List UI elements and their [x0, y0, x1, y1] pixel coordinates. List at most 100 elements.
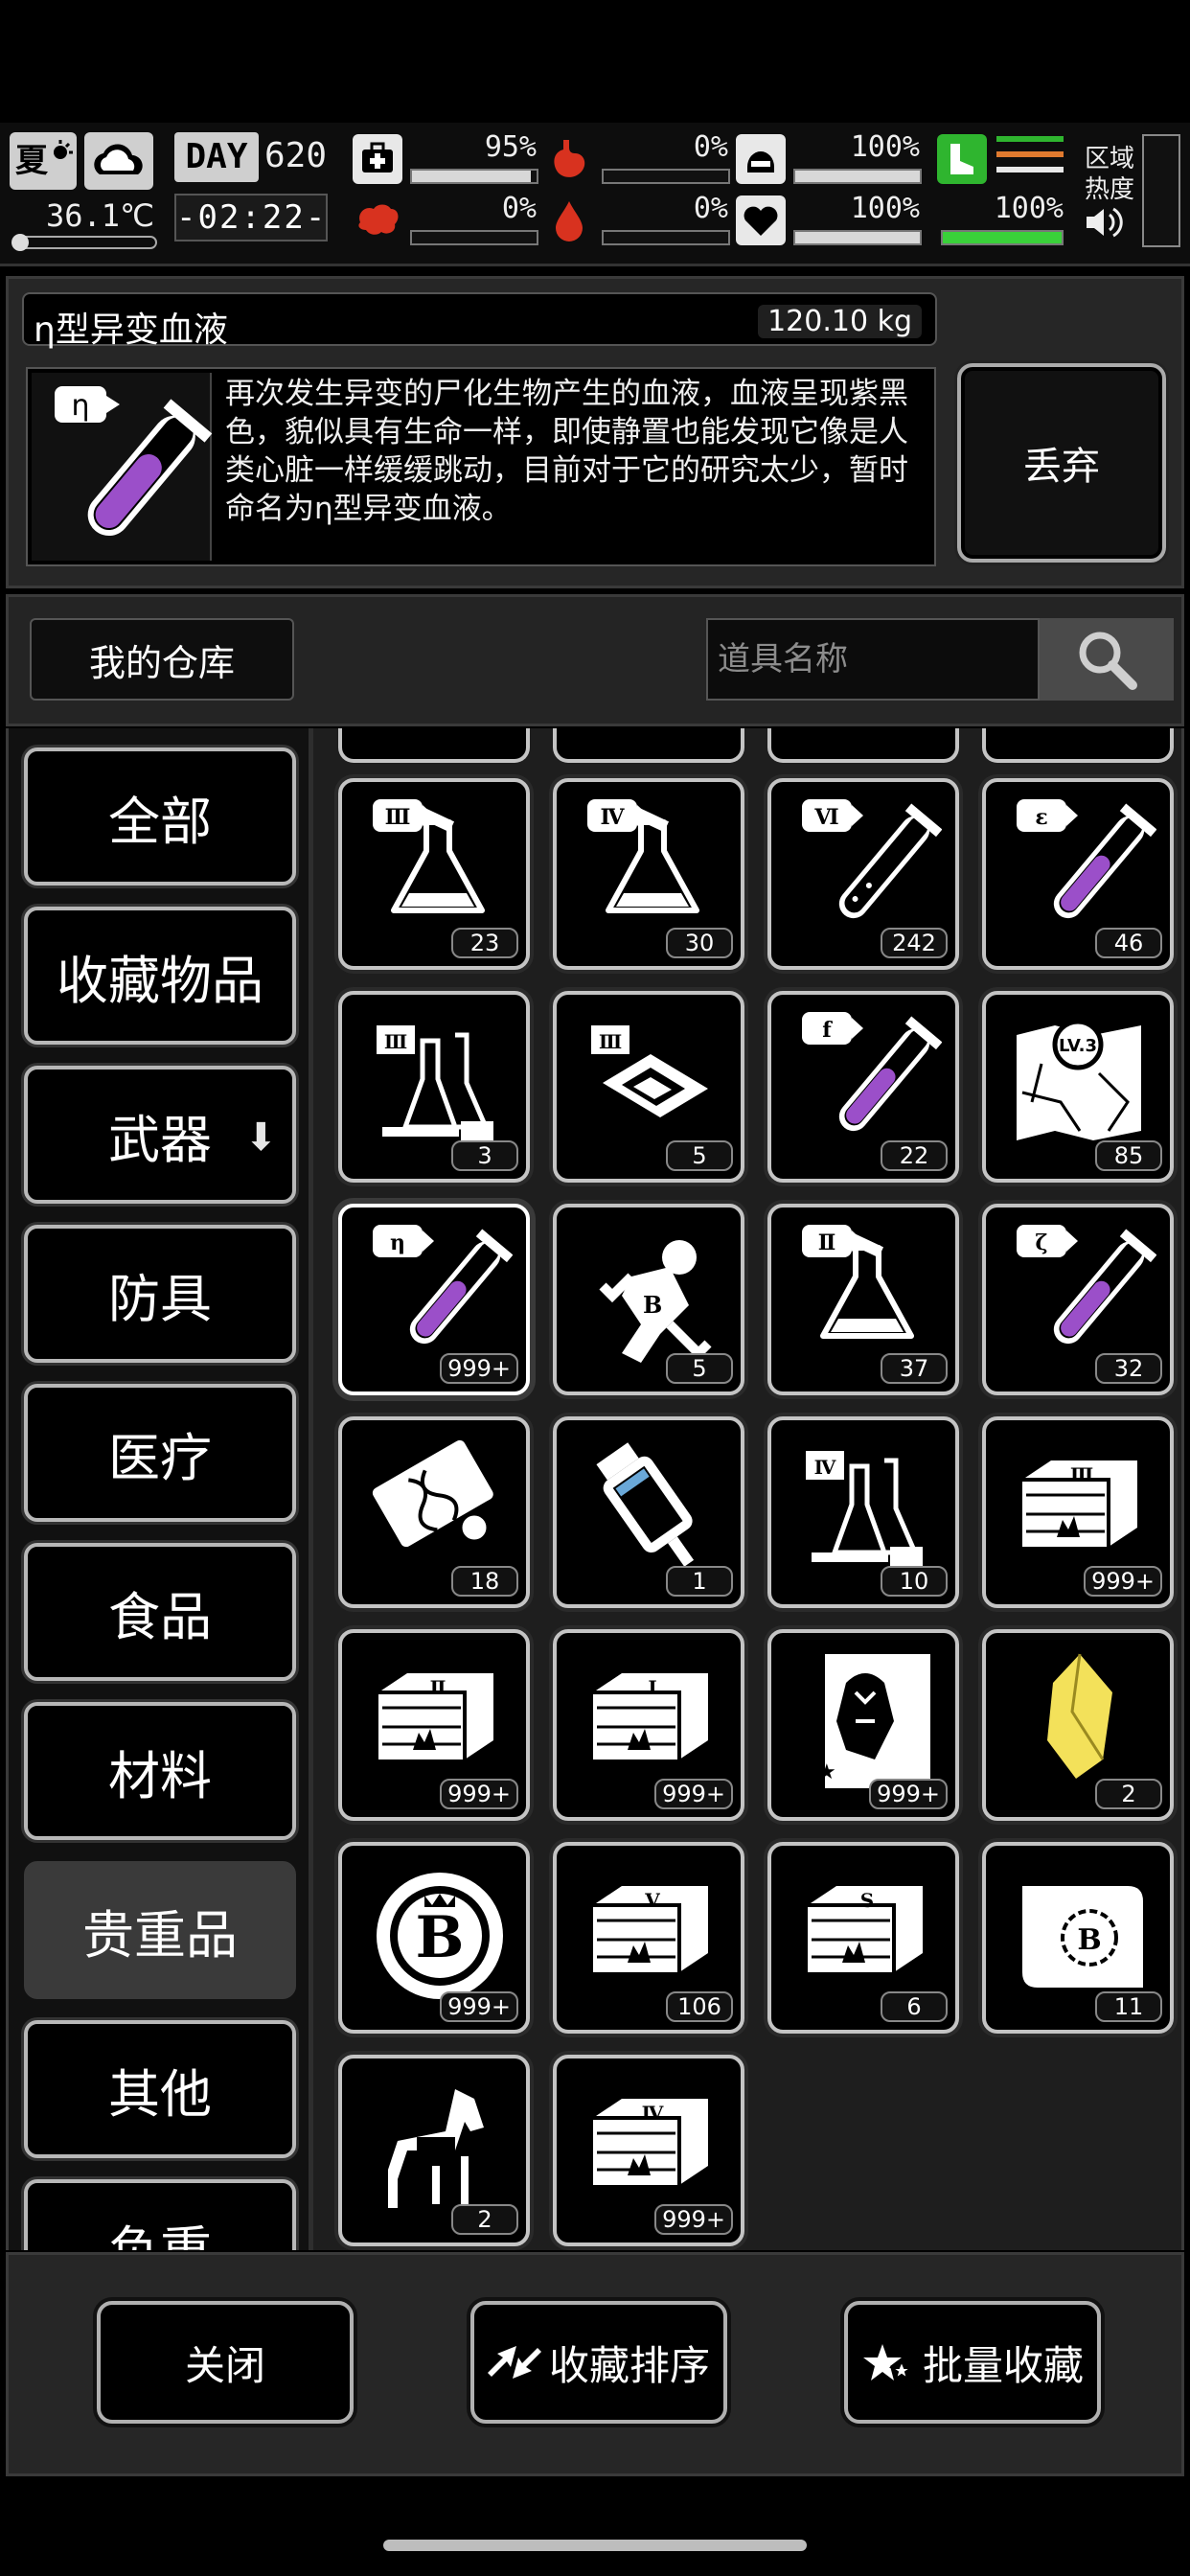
search-input[interactable]: [706, 618, 1040, 701]
item-slot[interactable]: B 11: [982, 1842, 1174, 2034]
category-armor[interactable]: 防具: [24, 1225, 296, 1363]
day-number: 620: [264, 136, 328, 175]
item-slot[interactable]: Ⅰ 999+: [553, 1629, 744, 1821]
heart-icon: [736, 196, 786, 245]
brain-stat: 0%: [353, 192, 544, 249]
item-slot[interactable]: 2: [338, 2055, 530, 2246]
item-count: 6: [881, 1991, 948, 2022]
item-slot[interactable]: LV.3 85: [982, 991, 1174, 1183]
category-label: 全部: [108, 791, 212, 852]
item-slot[interactable]: Ⅳ 30: [553, 778, 744, 970]
category-medical[interactable]: 医疗: [24, 1384, 296, 1522]
blood-stat: 0%: [544, 192, 736, 249]
health-stat: 95%: [353, 130, 544, 188]
medkit-icon: [353, 134, 402, 184]
item-slot[interactable]: ε 46: [982, 778, 1174, 970]
svg-text:Ⅲ: Ⅲ: [384, 1030, 407, 1053]
item-count: 10: [881, 1566, 948, 1597]
helmet-value: 100%: [850, 130, 920, 164]
crate-iii-icon: Ⅲ: [1003, 1432, 1156, 1576]
svg-text:B: B: [416, 1904, 465, 1971]
item-slot[interactable]: 1: [553, 1416, 744, 1608]
zone-heat-text: 区域热度: [1085, 145, 1135, 204]
search-button[interactable]: [1040, 618, 1174, 701]
item-name: η型异变血液: [34, 310, 228, 350]
close-button[interactable]: 关闭: [97, 2301, 354, 2424]
category-favorites[interactable]: 收藏物品: [24, 907, 296, 1045]
speaker-icon[interactable]: [1085, 205, 1123, 240]
zombie-poster-icon: ★: [789, 1644, 942, 1788]
category-all[interactable]: 全部: [24, 748, 296, 886]
search-icon: [1079, 632, 1137, 690]
astronaut-icon: B: [574, 1219, 727, 1363]
item-slot[interactable]: f 22: [767, 991, 959, 1183]
category-weight[interactable]: 负重: [24, 2179, 296, 2250]
item-slot[interactable]: Ⅲ5: [553, 991, 744, 1183]
item-count: 999+: [1084, 1566, 1162, 1597]
item-count: 242: [881, 928, 948, 958]
svg-text:★: ★: [817, 1760, 836, 1784]
item-slot[interactable]: Ⅲ3: [338, 991, 530, 1183]
item-count: 3: [451, 1140, 518, 1171]
svg-text:B: B: [643, 1291, 662, 1319]
item-slot[interactable]: Ⅳ 10: [767, 1416, 959, 1608]
item-description: 再次发生异变的尸化生物产生的血液，血液呈现紫黑色，貌似具有生命一样，即使静置也能…: [225, 377, 908, 526]
sort-favorites-button[interactable]: 收藏排序: [470, 2301, 727, 2424]
crate-ii-icon: Ⅱ: [359, 1644, 513, 1788]
item-count: 2: [451, 2204, 518, 2235]
stamina-value-stat: 100%: [937, 192, 1081, 249]
chip-iii-icon: Ⅲ: [574, 1006, 727, 1150]
item-slot-partial[interactable]: [338, 728, 530, 763]
item-name-bar: η型异变血液 120.10 kg: [22, 292, 937, 350]
item-slot[interactable]: η 999+: [338, 1204, 530, 1395]
category-valuables[interactable]: 贵重品: [24, 1861, 296, 1999]
stomach-icon: [544, 134, 594, 184]
item-slot-partial[interactable]: [553, 728, 744, 763]
category-other[interactable]: 其他: [24, 2020, 296, 2158]
item-detail-panel: η型异变血液 120.10 kg η 再次发生异变的尸化生物产生的血液，血液呈现…: [6, 276, 1184, 588]
item-count: 11: [1095, 1991, 1162, 2022]
item-slot[interactable]: 18: [338, 1416, 530, 1608]
heart-stat: 100%: [736, 192, 927, 249]
item-slot[interactable]: Ⅱ 37: [767, 1204, 959, 1395]
svg-text:ε: ε: [1035, 805, 1047, 830]
svg-text:Ⅳ: Ⅳ: [601, 805, 626, 830]
category-label: 贵重品: [82, 1904, 238, 1966]
item-slot-partial[interactable]: [767, 728, 959, 763]
item-slot[interactable]: Ⅴ 106: [553, 1842, 744, 2034]
stamina-bar: [941, 230, 1064, 245]
item-slot[interactable]: Ⅳ 999+: [553, 2055, 744, 2246]
item-slot[interactable]: ★ 999+: [767, 1629, 959, 1821]
item-count: 1: [666, 1566, 733, 1597]
batch-favorite-button[interactable]: 批量收藏: [844, 2301, 1101, 2424]
category-food[interactable]: 食品: [24, 1543, 296, 1681]
blood-bar: [602, 230, 730, 245]
item-slot-partial[interactable]: [982, 728, 1174, 763]
item-slot[interactable]: S6: [767, 1842, 959, 2034]
item-slot[interactable]: Ⅱ 999+: [338, 1629, 530, 1821]
helmet-stat: 100%: [736, 130, 927, 188]
item-count: 106: [666, 1991, 733, 2022]
item-slot[interactable]: 2: [982, 1629, 1174, 1821]
item-slot[interactable]: ζ 32: [982, 1204, 1174, 1395]
category-weapons[interactable]: 武器 ⬇: [24, 1066, 296, 1204]
category-label: 防具: [108, 1268, 212, 1329]
item-description-box: η 再次发生异变的尸化生物产生的血液，血液呈现紫黑色，貌似具有生命一样，即使静置…: [26, 367, 936, 566]
item-slot[interactable]: Ⅲ 23: [338, 778, 530, 970]
item-slot[interactable]: B 999+: [338, 1842, 530, 2034]
item-grid: Ⅲ 23 Ⅳ 30 Ⅵ 242 ε 46 Ⅲ 3 Ⅲ 5 f 22 LV.3 85 η 999+ B 5 Ⅱ 37 ζ 32 1…: [325, 728, 1181, 2250]
item-weight: 120.10 kg: [758, 305, 922, 338]
discard-button[interactable]: 丢弃: [957, 363, 1166, 563]
item-slot[interactable]: Ⅲ 999+: [982, 1416, 1174, 1608]
crate-v-icon: Ⅴ: [574, 1857, 727, 2001]
svg-text:Ⅲ: Ⅲ: [1070, 1463, 1093, 1486]
category-materials[interactable]: 材料: [24, 1702, 296, 1840]
health-bar: [410, 169, 538, 184]
svg-text:Ⅲ: Ⅲ: [385, 805, 411, 830]
stamina-stat: [937, 130, 1081, 188]
flask-iii-icon: Ⅲ: [359, 794, 513, 937]
item-slot[interactable]: Ⅵ 242: [767, 778, 959, 970]
crate-i-icon: Ⅰ: [574, 1644, 727, 1788]
hunger-stat: 0%: [544, 130, 736, 188]
item-slot[interactable]: B5: [553, 1204, 744, 1395]
